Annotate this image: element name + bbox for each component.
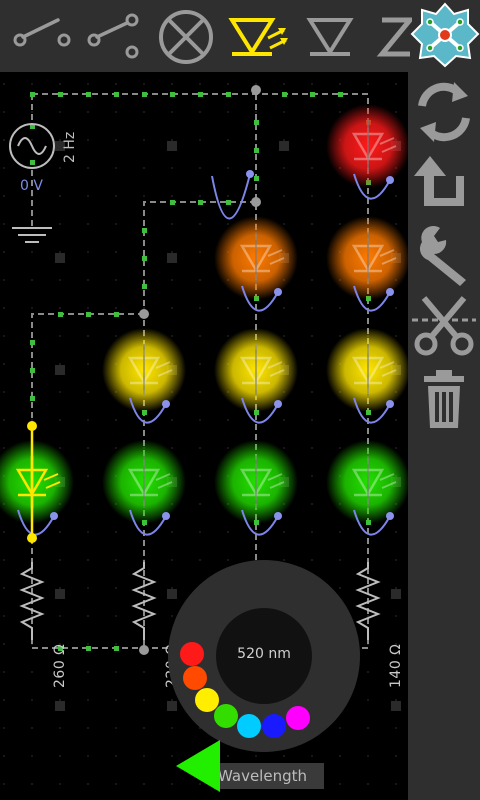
diode-icon[interactable]	[302, 2, 360, 68]
resistor-label: 260 Ω	[52, 643, 68, 688]
color-swatch[interactable]	[237, 714, 261, 738]
wires[interactable]	[30, 85, 371, 655]
source-frequency: 2 Hz	[62, 131, 78, 163]
component-toolbar	[0, 0, 480, 72]
play-arrow-icon[interactable]	[176, 740, 222, 792]
color-swatch[interactable]	[183, 666, 207, 690]
wavelength-label: Wavelength	[218, 767, 307, 785]
lamp-icon[interactable]	[154, 2, 218, 68]
action-sidebar	[408, 72, 480, 800]
color-swatch[interactable]	[286, 706, 310, 730]
cut-icon[interactable]	[408, 288, 480, 360]
wavelength-value: 520 nm	[237, 646, 291, 662]
led-glow	[0, 440, 74, 524]
app-logo-icon[interactable]	[410, 0, 480, 70]
led-icon[interactable]	[226, 2, 294, 68]
switch-spdt-icon[interactable]	[82, 2, 150, 68]
source-voltage: 0 V	[20, 178, 43, 194]
color-swatch[interactable]	[262, 714, 286, 738]
trash-icon[interactable]	[408, 362, 480, 434]
current-meter	[211, 173, 251, 220]
color-swatch[interactable]	[214, 704, 238, 728]
ground-symbol	[12, 227, 52, 243]
rotate-icon[interactable]	[408, 76, 480, 148]
color-swatch[interactable]	[180, 642, 204, 666]
wrench-icon[interactable]	[408, 220, 480, 292]
zener-diode-icon[interactable]	[372, 2, 412, 68]
resistor-label: 140 Ω	[388, 643, 404, 688]
switch-open-icon[interactable]	[8, 2, 76, 68]
undo-icon[interactable]	[408, 150, 480, 222]
